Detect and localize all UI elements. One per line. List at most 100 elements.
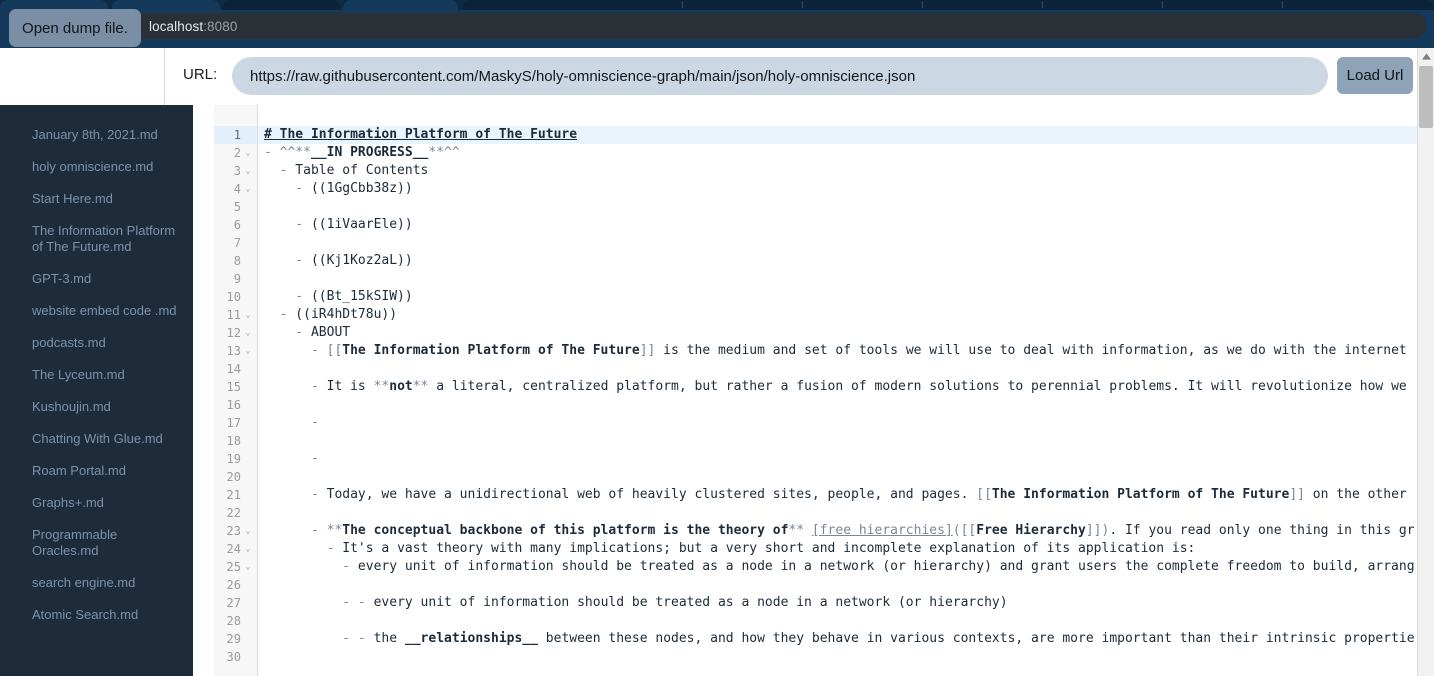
chevron-down-icon[interactable]: ⌄: [243, 184, 253, 194]
code-line[interactable]: [258, 360, 1417, 378]
line-number: 24: [226, 542, 241, 556]
code-line[interactable]: - ^^**__IN PROGRESS__**^^: [258, 144, 1417, 162]
code-line[interactable]: - ((1GgCbb38z)): [258, 180, 1417, 198]
code-line[interactable]: -: [258, 450, 1417, 468]
line-number: 27: [226, 596, 241, 610]
code-line[interactable]: [258, 396, 1417, 414]
sidebar-file-item[interactable]: January 8th, 2021.md: [0, 127, 193, 143]
browser-tab-active[interactable]: [222, 0, 340, 10]
url-input[interactable]: [232, 57, 1328, 95]
sidebar-file-item[interactable]: Programmable Oracles.md: [0, 527, 193, 559]
code-line[interactable]: - every unit of information should be tr…: [258, 558, 1417, 576]
code-line[interactable]: [258, 234, 1417, 252]
gutter-line: 6: [214, 216, 257, 234]
gutter-line: 21: [214, 486, 257, 504]
chevron-down-icon[interactable]: ⌄: [243, 328, 253, 338]
line-number: 17: [226, 416, 241, 430]
code-line[interactable]: - Table of Contents: [258, 162, 1417, 180]
tab-separator: [1282, 1, 1283, 8]
chevron-down-icon[interactable]: ⌄: [243, 562, 253, 572]
line-number: 12: [226, 326, 241, 340]
code-line[interactable]: - Today, we have a unidirectional web of…: [258, 486, 1417, 504]
gutter-line: 20: [214, 468, 257, 486]
line-number: 14: [226, 362, 241, 376]
code-line[interactable]: [258, 612, 1417, 630]
chevron-down-icon[interactable]: ⌄: [243, 166, 253, 176]
markdown-editor: 1 2 ⌄ 3 ⌄ 4 ⌄ 5 6 7 8 9 10 11 ⌄ 12 ⌄ 13 ⌄ 14 15 16 17 18 19 20 21 2…: [193, 105, 1417, 676]
file-list-sidebar: January 8th, 2021.md holy omniscience.md S…: [0, 105, 193, 676]
line-number: 22: [226, 506, 241, 520]
editor-code-area[interactable]: # The Information Platform of The Future…: [258, 105, 1417, 676]
tab-separator: [1042, 1, 1043, 8]
scrollbar-thumb[interactable]: [1419, 66, 1433, 128]
sidebar-file-item[interactable]: Kushoujin.md: [0, 399, 193, 415]
code-line[interactable]: - ((Kj1Koz2aL)): [258, 252, 1417, 270]
code-line[interactable]: [258, 432, 1417, 450]
editor-inner: 1 2 ⌄ 3 ⌄ 4 ⌄ 5 6 7 8 9 10 11 ⌄ 12 ⌄ 13 ⌄ 14 15 16 17 18 19 20 21 2…: [214, 105, 1417, 676]
sidebar-file-item[interactable]: Chatting With Glue.md: [0, 431, 193, 447]
gutter-line: 13 ⌄: [214, 342, 257, 360]
browser-tab[interactable]: [462, 0, 1434, 10]
code-line[interactable]: [258, 270, 1417, 288]
gutter-line: 1: [214, 126, 257, 144]
chevron-down-icon[interactable]: ⌄: [243, 544, 253, 554]
sidebar-file-item[interactable]: Start Here.md: [0, 191, 193, 207]
code-line[interactable]: [258, 468, 1417, 486]
sidebar-file-item[interactable]: search engine.md: [0, 575, 193, 591]
gutter-line: 14: [214, 360, 257, 378]
sidebar-file-item[interactable]: The Lyceum.md: [0, 367, 193, 383]
sidebar-file-item[interactable]: Atomic Search.md: [0, 607, 193, 623]
code-line[interactable]: # The Information Platform of The Future: [258, 126, 1417, 144]
scroll-up-arrow-icon[interactable]: [1418, 48, 1434, 65]
chevron-down-icon[interactable]: ⌄: [243, 346, 253, 356]
chevron-down-icon[interactable]: ⌄: [243, 310, 253, 320]
page-scrollbar[interactable]: [1417, 48, 1434, 676]
open-dump-file-button[interactable]: Open dump file.: [9, 9, 141, 47]
gutter-line: 27: [214, 594, 257, 612]
browser-tab-strip: [0, 0, 1434, 10]
gutter-line: 3 ⌄: [214, 162, 257, 180]
gutter-line: 19: [214, 450, 257, 468]
code-line[interactable]: -: [258, 414, 1417, 432]
sidebar-file-item[interactable]: holy omniscience.md: [0, 159, 193, 175]
code-line[interactable]: - ((Bt_15kSIW)): [258, 288, 1417, 306]
code-line[interactable]: - [[The Information Platform of The Futu…: [258, 342, 1417, 360]
line-number: 28: [226, 614, 241, 628]
code-line[interactable]: [258, 648, 1417, 666]
tab-separator: [802, 1, 803, 8]
line-number: 21: [226, 488, 241, 502]
sidebar-file-item[interactable]: Roam Portal.md: [0, 463, 193, 479]
code-line[interactable]: - It is **not** a literal, centralized p…: [258, 378, 1417, 396]
line-number: 1: [233, 128, 241, 142]
gutter-line: 5: [214, 198, 257, 216]
chevron-down-icon[interactable]: ⌄: [243, 526, 253, 536]
load-url-button[interactable]: Load Url: [1337, 57, 1413, 94]
line-number: 23: [226, 524, 241, 538]
sidebar-file-item[interactable]: Graphs+.md: [0, 495, 193, 511]
code-line[interactable]: [258, 576, 1417, 594]
chevron-down-icon[interactable]: ⌄: [243, 148, 253, 158]
sidebar-file-item[interactable]: GPT-3.md: [0, 271, 193, 287]
code-line[interactable]: - - the __relationships__ between these …: [258, 630, 1417, 648]
code-line[interactable]: - It's a vast theory with many implicati…: [258, 540, 1417, 558]
code-line[interactable]: - ((1iVaarEle)): [258, 216, 1417, 234]
line-number: 20: [226, 470, 241, 484]
sidebar-file-item[interactable]: website embed code .md: [0, 303, 193, 319]
code-line[interactable]: - **The conceptual backbone of this plat…: [258, 522, 1417, 540]
code-line[interactable]: [258, 198, 1417, 216]
gutter-line: 26: [214, 576, 257, 594]
code-line[interactable]: - ((iR4hDt78u)): [258, 306, 1417, 324]
line-number: 18: [226, 434, 241, 448]
sidebar-file-item[interactable]: The Information Platform of The Future.m…: [0, 223, 193, 255]
sidebar-file-item[interactable]: podcasts.md: [0, 335, 193, 351]
browser-tab[interactable]: [343, 0, 458, 10]
line-number: 30: [226, 650, 241, 664]
gutter-line: 4 ⌄: [214, 180, 257, 198]
address-bar[interactable]: localhost:8080: [114, 13, 1426, 39]
gutter-line: 28: [214, 612, 257, 630]
code-line[interactable]: - ABOUT: [258, 324, 1417, 342]
address-port: :8080: [203, 18, 238, 34]
gutter-line: 17: [214, 414, 257, 432]
code-line[interactable]: [258, 504, 1417, 522]
code-line[interactable]: - - every unit of information should be …: [258, 594, 1417, 612]
